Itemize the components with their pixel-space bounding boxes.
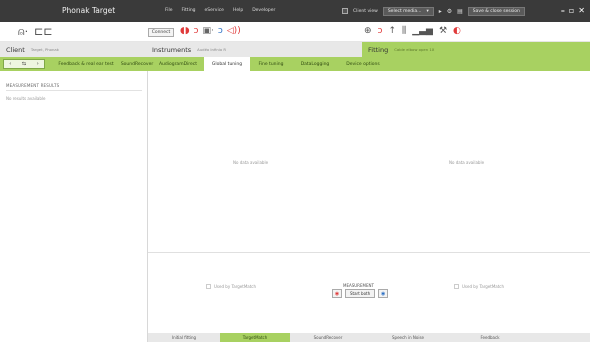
tab-global-tuning[interactable]: Global tuning	[204, 57, 250, 71]
tab-navigation[interactable]: ‹ ⇆ ›	[3, 59, 45, 69]
client-view-checkbox[interactable]	[342, 8, 348, 14]
measurement-results-heading: MEASUREMENT RESULTS	[6, 83, 60, 88]
tab-datalogging[interactable]: DataLogging	[292, 57, 338, 71]
connect-button[interactable]: Connect	[148, 28, 174, 37]
bottom-tab-bar: Initial fitting TargetMatch SoundRecover…	[148, 333, 590, 342]
window-controls: – ▫ ✕	[561, 6, 585, 15]
start-both-label: Start both	[350, 291, 371, 296]
client-person-icon[interactable]: ⍝·	[18, 25, 28, 39]
targetmatch-left-checkbox[interactable]	[454, 284, 459, 289]
start-both-button[interactable]: Start both	[345, 289, 376, 298]
right-ear-no-data: No data available	[233, 160, 269, 165]
device-icon[interactable]: ▣·	[202, 26, 213, 36]
section-header: Client Target, Phonak Instruments Audéo …	[0, 42, 590, 57]
tab-fine-tuning[interactable]: Fine tuning	[250, 57, 292, 71]
left-ear-measure-icon[interactable]: ◉	[378, 289, 389, 298]
fitting-tools: ⊕ ↄ ↑ ⫼ ▁▃▅ ⚒ ◐	[364, 26, 461, 36]
equalizer-icon[interactable]: ⫼	[402, 26, 406, 36]
divider	[148, 252, 590, 253]
title-bar: Phonak Target File Fitting eService Help…	[0, 0, 590, 22]
minimize-icon[interactable]: –	[561, 6, 565, 15]
chevron-down-icon: ▾	[426, 8, 429, 14]
menu-fitting[interactable]: Fitting	[182, 8, 196, 13]
hearing-check-icon[interactable]: ◐	[453, 26, 461, 36]
bars-icon[interactable]: ▁▃▅	[412, 26, 433, 36]
client-section-title: Client	[6, 45, 25, 54]
app-title: Phonak Target	[62, 6, 116, 15]
used-by-targetmatch-left[interactable]: Used by TargetMatch	[454, 284, 504, 289]
tab-device-options[interactable]: Device options	[338, 57, 388, 71]
menu-developer[interactable]: Developer	[252, 8, 275, 13]
fitting-tab-bar: ‹ ⇆ › Feedback & real ear test SoundReco…	[0, 57, 590, 71]
instrument-tools: ◖◗ ↄ ▣· ↄ ◁))	[180, 26, 241, 36]
save-close-button[interactable]: Save & close session	[467, 6, 525, 16]
chevron-right-icon[interactable]: ›	[37, 61, 39, 67]
audiogram-icon[interactable]: ⊏⊏	[34, 25, 52, 39]
speaker-icon[interactable]: ◁))	[227, 26, 241, 36]
instrument-name: Audéo Infinio R	[197, 47, 226, 52]
select-media-dropdown[interactable]: Select media... ▾	[382, 6, 434, 16]
play-icon[interactable]: ▸	[439, 8, 442, 15]
swap-icon[interactable]: ⇆	[22, 61, 26, 67]
client-view-label: Client view	[353, 8, 378, 14]
fitting-subtitle: Cable elbow open 1X	[394, 47, 435, 52]
menu-help[interactable]: Help	[233, 8, 243, 13]
fitting-section[interactable]: Fitting Cable elbow open 1X	[362, 42, 590, 57]
target-icon[interactable]: ⊕	[364, 26, 372, 36]
measurement-results-panel: MEASUREMENT RESULTS No results available	[0, 71, 148, 342]
tab-bottom-soundrecover[interactable]: SoundRecover	[290, 333, 366, 342]
targetmatch-right-checkbox[interactable]	[206, 284, 211, 289]
main-content: No data available No data available Used…	[148, 71, 590, 342]
titlebar-tools: Client view Select media... ▾ ▸ ⚙ ▤ Save…	[342, 4, 525, 18]
no-results-text: No results available	[6, 96, 46, 101]
tab-targetmatch[interactable]: TargetMatch	[220, 333, 290, 342]
menu-file[interactable]: File	[165, 8, 173, 13]
client-tools: ⍝· ⊏⊏	[18, 25, 53, 39]
client-section[interactable]: Client Target, Phonak	[0, 42, 148, 57]
menu-bar: File Fitting eService Help Developer	[165, 8, 275, 13]
fitting-section-title: Fitting	[368, 45, 389, 54]
restore-icon[interactable]: ▫	[569, 6, 574, 15]
tab-audiogramdirect[interactable]: AudiogramDirect	[152, 57, 204, 71]
document-icon[interactable]: ▤	[457, 8, 463, 15]
ear-icon[interactable]: ↄ	[218, 26, 223, 36]
connect-label: Connect	[151, 30, 171, 35]
close-icon[interactable]: ✕	[578, 6, 585, 15]
used-by-targetmatch-right[interactable]: Used by TargetMatch	[206, 284, 256, 289]
divider	[6, 90, 142, 91]
save-close-label: Save & close session	[472, 8, 520, 14]
tab-feedback[interactable]: Feedback	[450, 333, 530, 342]
feedback-ear-icon[interactable]: ↄ	[378, 26, 383, 36]
tab-feedback-real-ear[interactable]: Feedback & real ear test	[50, 57, 122, 71]
instruments-section[interactable]: Instruments Audéo Infinio R	[148, 42, 362, 57]
hearing-aid-pair-icon[interactable]: ◖◗	[180, 26, 189, 36]
menu-eservice[interactable]: eService	[205, 8, 224, 13]
right-ear-measure-icon[interactable]: ◉	[332, 289, 342, 298]
tab-initial-fitting[interactable]: Initial fitting	[148, 333, 220, 342]
tab-soundrecover[interactable]: SoundRecover	[121, 57, 153, 71]
wrench-icon[interactable]: ⚒	[439, 26, 447, 36]
chevron-left-icon[interactable]: ‹	[9, 61, 11, 67]
select-media-label: Select media...	[387, 8, 422, 14]
measurement-controls: ◉ Start both ◉	[332, 289, 389, 298]
tab-speech-in-noise[interactable]: Speech in Noise	[366, 333, 450, 342]
left-ear-no-data: No data available	[449, 160, 485, 165]
hearing-aid-icon[interactable]: ↄ	[193, 26, 198, 36]
targetmatch-right-label: Used by TargetMatch	[214, 284, 257, 289]
settings-icon[interactable]: ⚙	[447, 8, 452, 15]
instruments-section-title: Instruments	[152, 45, 192, 54]
targetmatch-left-label: Used by TargetMatch	[462, 284, 505, 289]
icon-toolbar: ⍝· ⊏⊏ Connect ◖◗ ↄ ▣· ↄ ◁)) ⊕ ↄ ↑ ⫼ ▁▃▅ …	[0, 22, 590, 42]
client-name: Target, Phonak	[30, 47, 59, 52]
measurement-label: MEASUREMENT	[343, 283, 374, 288]
gain-arrow-icon[interactable]: ↑	[389, 26, 397, 36]
